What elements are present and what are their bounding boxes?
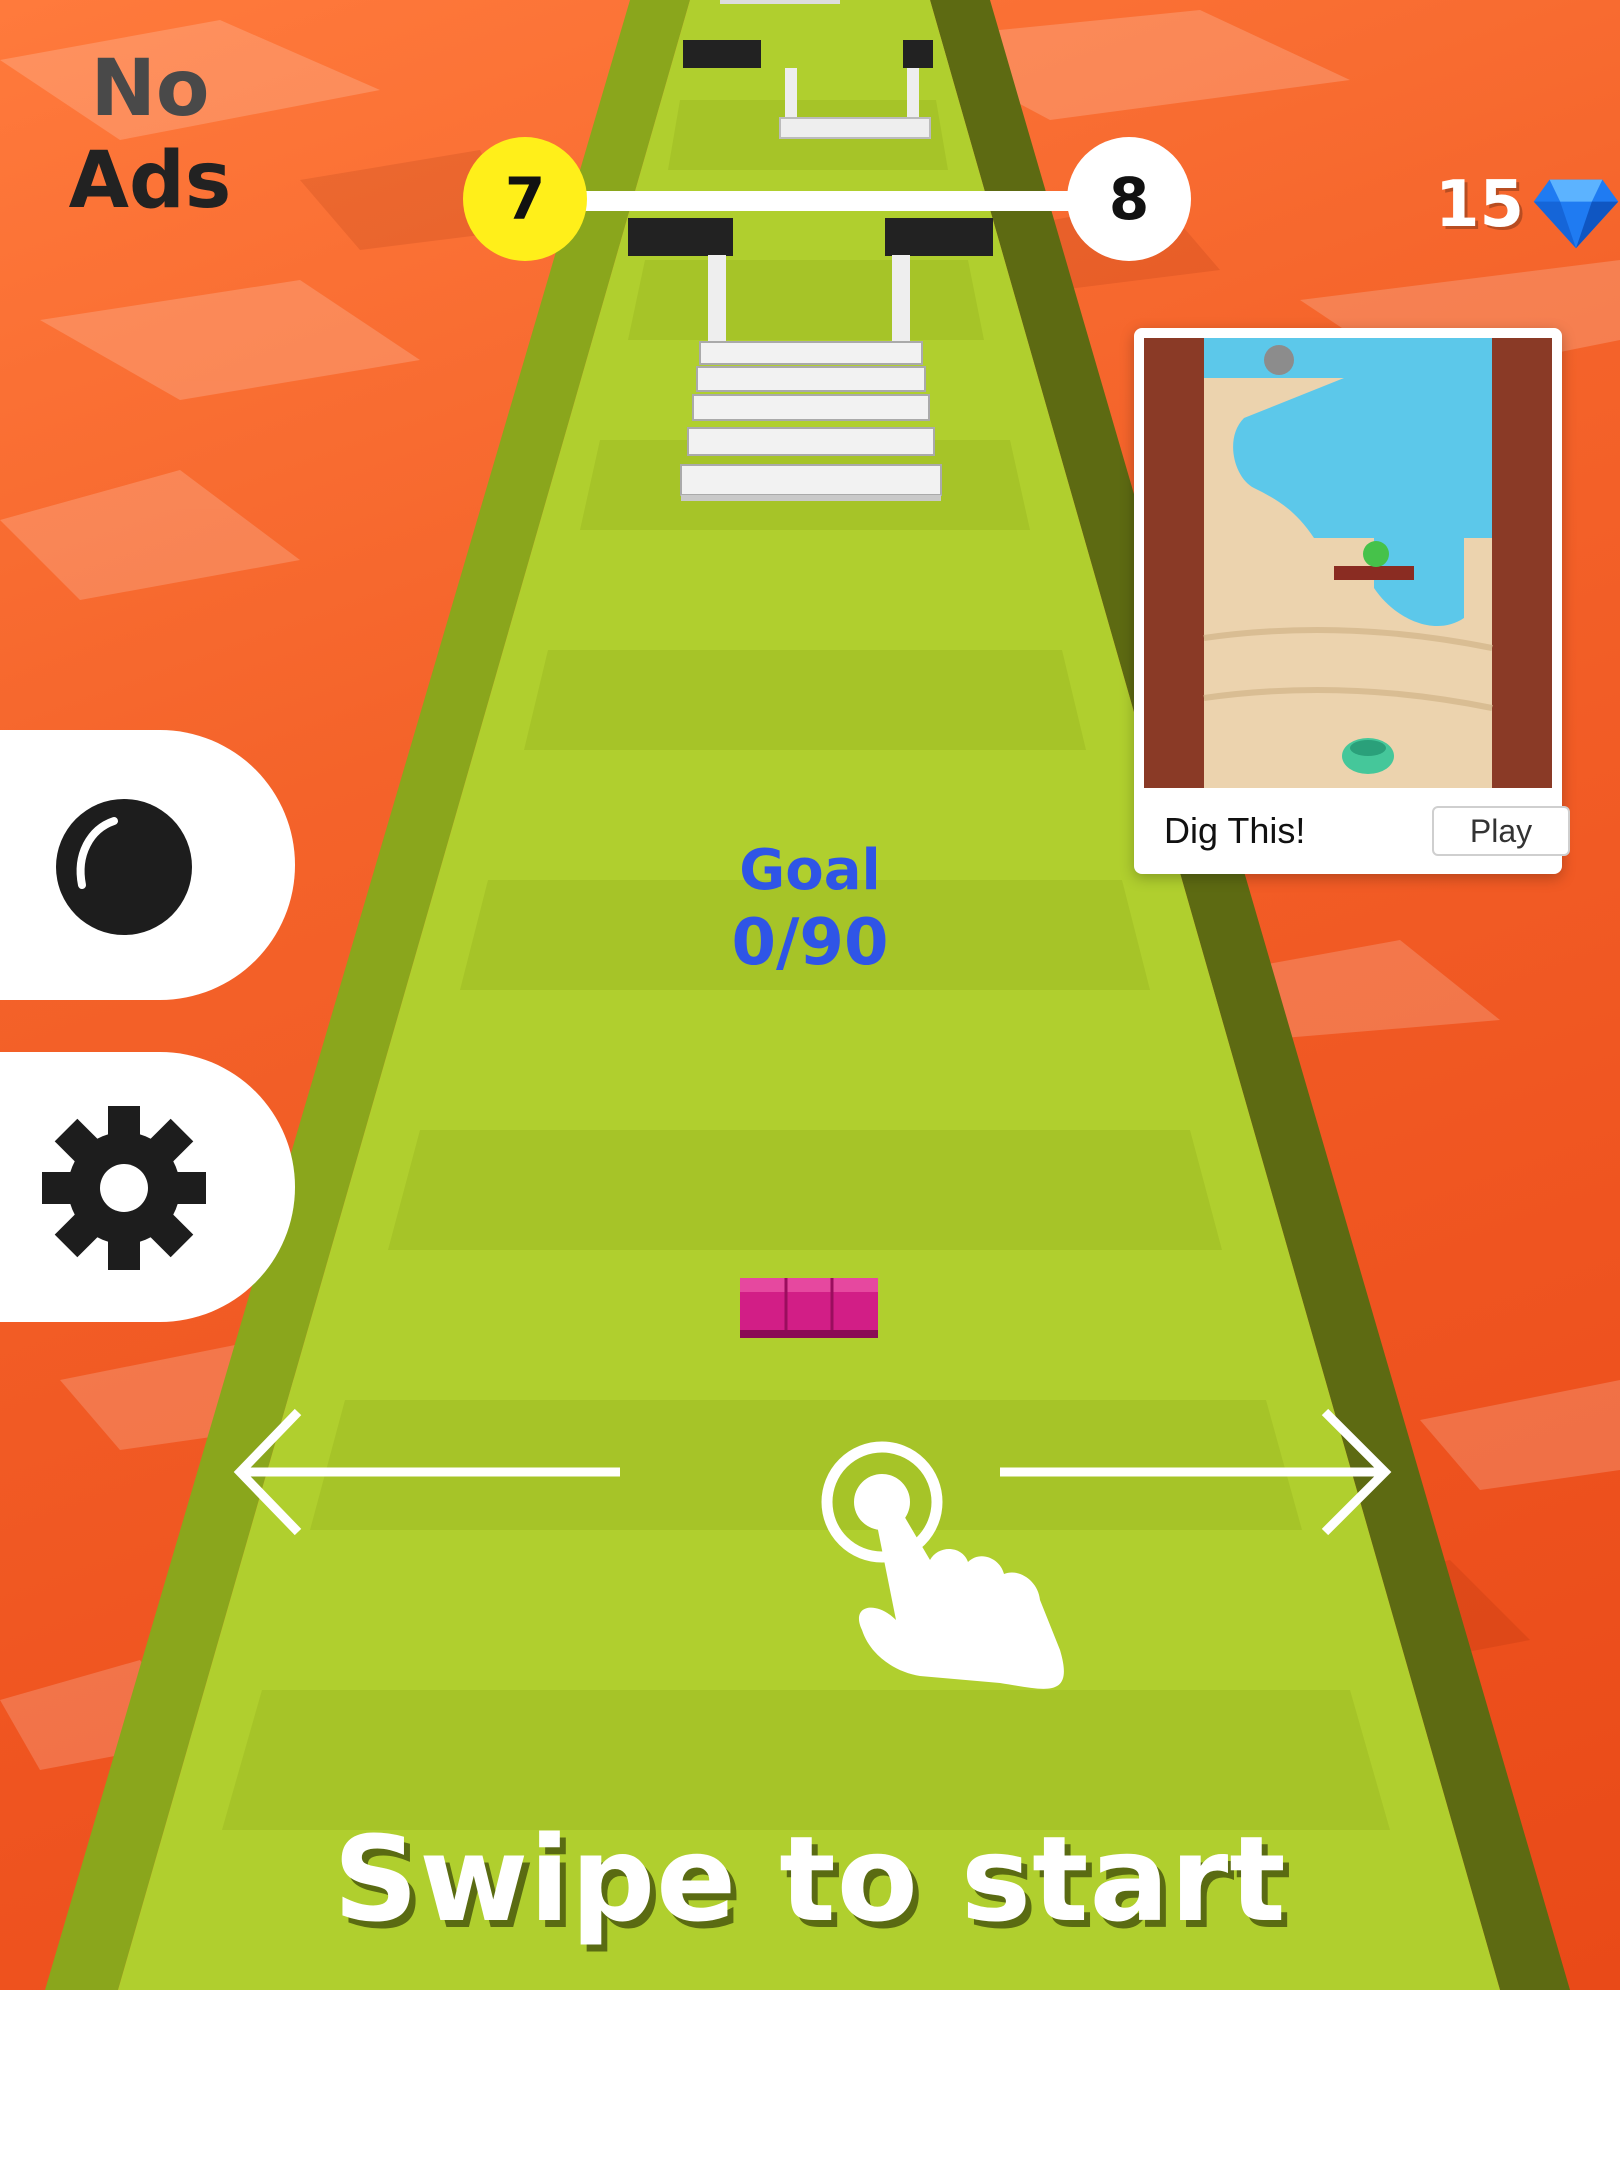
gear-icon [42,1106,206,1270]
bottom-blank-area [0,1990,1620,2160]
ad-play-button[interactable]: Play [1432,806,1570,856]
player-blocks [740,1278,878,1338]
settings-button[interactable] [0,1052,295,1322]
ad-card[interactable]: Dig This! Play [1134,328,1570,874]
goal-label: Goal [739,838,881,903]
gem-count: 15 [1435,168,1525,242]
level-progress-bar [580,191,1075,211]
ball-icon [56,799,192,935]
next-level-number: 8 [1108,165,1150,233]
current-level-number: 7 [504,165,546,233]
next-level-badge: 8 [1067,137,1191,261]
ad-title: Dig This! [1164,810,1306,851]
lava-texture [0,0,1620,1990]
diamond-icon [1533,179,1619,249]
swipe-instruction: Swipe to start [333,1810,1287,1948]
game-scene[interactable]: 7 8 15 Ads Dig This! Play Goal 0/90 Swip… [0,0,1620,1990]
goal-progress: 0/90 [731,906,889,980]
ad-image [1144,338,1552,788]
goal-display: Goal 0/90 [640,835,980,979]
skin-button[interactable] [0,730,295,1000]
current-level-badge: 7 [463,137,587,261]
